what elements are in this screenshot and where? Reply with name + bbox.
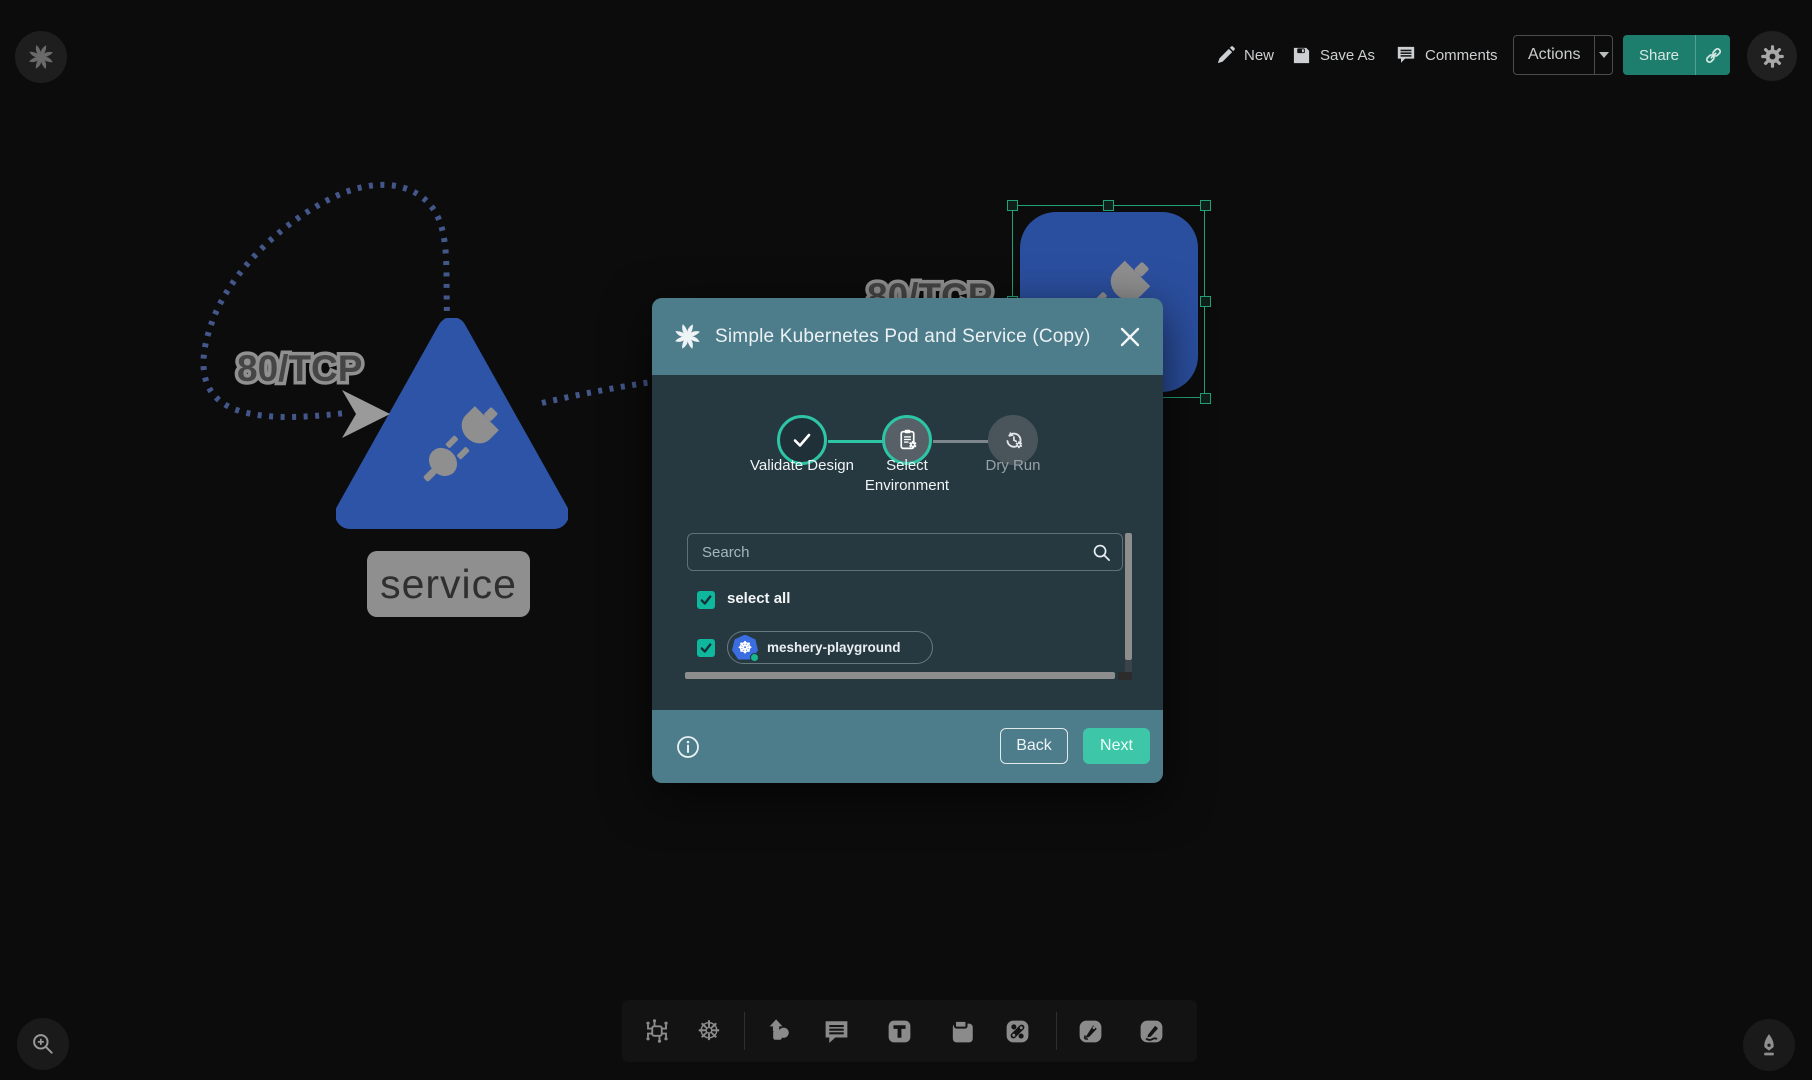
stepper-connector-done (828, 440, 882, 443)
edge-port-label: 80/TCP (237, 348, 362, 390)
step-label-dry-run: Dry Run (961, 456, 1065, 476)
close-icon[interactable] (1119, 326, 1141, 348)
environment-checkbox[interactable] (697, 639, 715, 657)
step-label-select-environment: Select Environment (855, 456, 959, 495)
comment-icon (822, 1017, 851, 1046)
selection-handle[interactable] (1200, 393, 1211, 404)
dialog-title: Simple Kubernetes Pod and Service (Copy) (715, 326, 1105, 348)
stepper-connector-idle (933, 440, 989, 443)
chevron-down-icon (1598, 51, 1610, 59)
gear-icon (1759, 43, 1786, 70)
components-tool[interactable] (639, 1013, 675, 1049)
connected-status-dot (750, 653, 759, 662)
check-icon (699, 593, 713, 607)
select-all-label: select all (727, 590, 790, 607)
actions-label: Actions (1514, 36, 1594, 74)
environment-chip[interactable]: ☸ meshery-playground (727, 631, 933, 664)
select-all-checkbox[interactable] (697, 591, 715, 609)
pen-tool-icon (1076, 1017, 1105, 1046)
link-icon (1703, 45, 1724, 66)
text-tool[interactable] (881, 1013, 917, 1049)
shapes-icon (765, 1017, 793, 1045)
history-gear-icon (1001, 427, 1026, 452)
edge-arrowhead-icon (338, 386, 398, 442)
settings-button[interactable] (1747, 31, 1797, 81)
search-icon[interactable] (1092, 543, 1111, 562)
meshery-logo-icon (28, 44, 54, 70)
check-icon (790, 428, 814, 452)
comments-label: Comments (1425, 47, 1498, 64)
node-label-service: service (367, 551, 530, 617)
freehand-pencil-icon (1137, 1017, 1166, 1046)
environment-name: meshery-playground (767, 640, 901, 655)
save-as-label: Save As (1320, 47, 1375, 64)
comments-button[interactable]: Comments (1396, 38, 1498, 72)
pen-mode-button[interactable] (1743, 1019, 1795, 1071)
step-label-validate-design: Validate Design (750, 456, 854, 476)
list-horizontal-scrollbar[interactable] (685, 672, 1115, 679)
zoom-in-icon (30, 1031, 56, 1057)
media-icon (948, 1017, 977, 1046)
meshery-design-page: 80/TCP 80/TCP service New Save As (0, 0, 1812, 1080)
share-split-button[interactable]: Share (1623, 35, 1730, 75)
selection-handle[interactable] (1007, 200, 1018, 211)
scrollbar-corner (1118, 672, 1132, 680)
save-as-button[interactable]: Save As (1292, 38, 1375, 72)
environment-search-input[interactable] (687, 533, 1123, 571)
save-icon (1292, 46, 1311, 65)
text-icon (885, 1017, 914, 1046)
link-icon (1003, 1017, 1032, 1046)
copy-link-button[interactable] (1695, 35, 1730, 75)
pen-nib-icon (1756, 1032, 1782, 1058)
selection-handle[interactable] (1200, 200, 1211, 211)
new-button[interactable]: New (1216, 38, 1274, 72)
shapes-tool[interactable] (761, 1013, 797, 1049)
kubernetes-badge: ☸ (732, 635, 758, 661)
comment-tool[interactable] (818, 1013, 854, 1049)
kubernetes-tool[interactable]: ☸ (691, 1013, 727, 1049)
actions-split-button[interactable]: Actions (1513, 35, 1613, 75)
share-label: Share (1623, 35, 1695, 75)
kubernetes-icon: ☸ (697, 1018, 721, 1045)
clipboard-gear-icon (895, 427, 920, 452)
freehand-draw-tool[interactable] (1133, 1013, 1169, 1049)
selection-handle[interactable] (1103, 200, 1114, 211)
actions-dropdown-button[interactable] (1594, 36, 1612, 74)
new-label: New (1244, 47, 1274, 64)
toolbar-divider (1056, 1012, 1057, 1050)
media-tool[interactable] (944, 1013, 980, 1049)
deploy-dialog: Simple Kubernetes Pod and Service (Copy) (652, 298, 1163, 783)
list-vertical-scrollbar[interactable] (1125, 533, 1132, 660)
dialog-header: Simple Kubernetes Pod and Service (Copy) (652, 298, 1163, 375)
app-logo-button[interactable] (15, 31, 67, 83)
toolbar-divider (744, 1012, 745, 1050)
pencil-icon (1216, 46, 1235, 65)
meshery-logo-icon (674, 323, 701, 350)
next-button[interactable]: Next (1083, 728, 1150, 764)
link-tool[interactable] (999, 1013, 1035, 1049)
comment-icon (1396, 45, 1416, 65)
pen-tool[interactable] (1072, 1013, 1108, 1049)
back-button[interactable]: Back (1000, 728, 1068, 764)
info-icon[interactable] (676, 735, 700, 759)
zoom-in-button[interactable] (17, 1018, 69, 1070)
check-icon (699, 641, 713, 655)
selection-handle[interactable] (1200, 296, 1211, 307)
components-icon (642, 1016, 672, 1046)
